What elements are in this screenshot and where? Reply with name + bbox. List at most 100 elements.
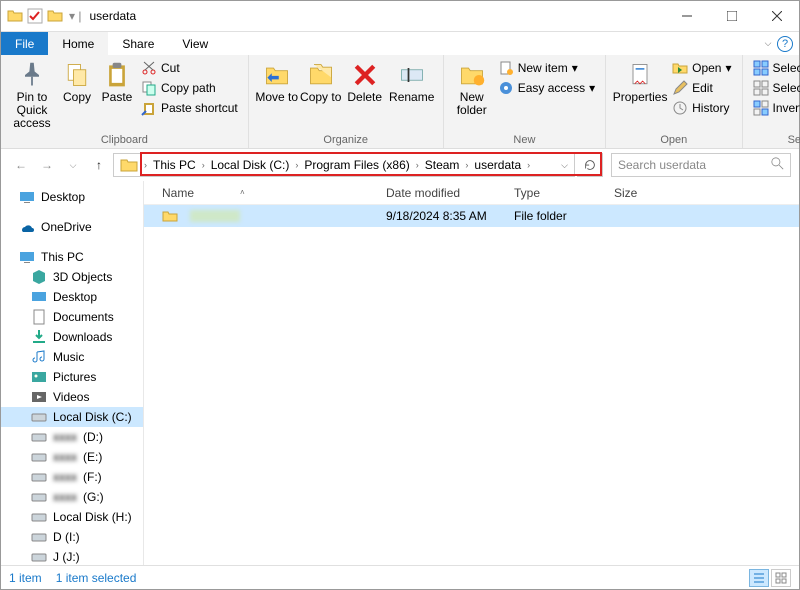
nav-local-disk-c[interactable]: Local Disk (C:): [1, 407, 143, 427]
row-name-blurred: [190, 210, 240, 222]
copy-icon: [63, 61, 91, 89]
address-bar[interactable]: › This PC› Local Disk (C:)› Program File…: [113, 153, 575, 177]
column-name[interactable]: Name˄: [154, 186, 378, 200]
window-title: userdata: [89, 9, 136, 23]
nav-3d-objects[interactable]: 3D Objects: [1, 267, 143, 287]
separator: ▾ |: [69, 9, 81, 23]
copy-path-button[interactable]: Copy path: [137, 79, 242, 97]
group-open-label: Open: [612, 134, 735, 148]
maximize-button[interactable]: [709, 1, 754, 31]
paste-shortcut-button[interactable]: Paste shortcut: [137, 99, 242, 117]
minimize-button[interactable]: [664, 1, 709, 31]
copy-to-button[interactable]: Copy to: [299, 57, 343, 104]
nav-drive-j[interactable]: J (J:): [1, 547, 143, 565]
invert-selection-icon: [753, 100, 769, 116]
view-icons-button[interactable]: [771, 569, 791, 587]
view-details-button[interactable]: [749, 569, 769, 587]
share-tab[interactable]: Share: [108, 32, 168, 55]
group-new-label: New: [450, 134, 599, 148]
refresh-button[interactable]: [577, 153, 603, 177]
crumb-steam[interactable]: Steam: [421, 154, 464, 176]
properties-icon: [626, 61, 654, 89]
paste-icon: [103, 61, 131, 89]
scissors-icon: [141, 60, 157, 76]
move-to-icon: [263, 61, 291, 89]
nav-drive-i[interactable]: D (I:): [1, 527, 143, 547]
nav-local-disk-h[interactable]: Local Disk (H:): [1, 507, 143, 527]
crumb-program-files[interactable]: Program Files (x86): [300, 154, 413, 176]
search-input[interactable]: Search userdata: [611, 153, 791, 177]
nav-onedrive[interactable]: OneDrive: [1, 217, 143, 237]
nav-drive-g[interactable]: xxxx (G:): [1, 487, 143, 507]
nav-videos[interactable]: Videos: [1, 387, 143, 407]
select-all-button[interactable]: Select all: [749, 59, 800, 77]
rename-button[interactable]: Rename: [387, 57, 437, 104]
recent-locations-button[interactable]: ⌵: [61, 153, 85, 177]
column-type[interactable]: Type: [506, 186, 606, 200]
home-tab[interactable]: Home: [48, 32, 108, 55]
row-date: 9/18/2024 8:35 AM: [378, 209, 506, 223]
group-select-label: Select: [749, 134, 800, 148]
status-selected-count: 1 item selected: [56, 571, 137, 585]
nav-drive-e[interactable]: xxxx (E:): [1, 447, 143, 467]
folder-icon: [120, 156, 138, 174]
navigation-pane[interactable]: Desktop OneDrive This PC 3D Objects Desk…: [1, 181, 144, 565]
nav-desktop-sub[interactable]: Desktop: [1, 287, 143, 307]
close-button[interactable]: [754, 1, 799, 31]
new-item-button[interactable]: New item ▾: [494, 59, 599, 77]
up-button[interactable]: ↑: [87, 153, 111, 177]
nav-this-pc[interactable]: This PC: [1, 247, 143, 267]
nav-downloads[interactable]: Downloads: [1, 327, 143, 347]
folder-small-icon: [47, 8, 63, 24]
open-button[interactable]: Open ▾: [668, 59, 735, 77]
group-clipboard-label: Clipboard: [7, 134, 242, 148]
qa-check-icon: [27, 8, 43, 24]
nav-documents[interactable]: Documents: [1, 307, 143, 327]
easy-access-icon: [498, 80, 514, 96]
copy-button[interactable]: Copy: [57, 57, 97, 104]
edit-icon: [672, 80, 688, 96]
sort-asc-icon: ˄: [240, 188, 245, 197]
history-button[interactable]: History: [668, 99, 735, 117]
help-button[interactable]: ?: [777, 36, 793, 52]
crumb-userdata[interactable]: userdata: [470, 154, 525, 176]
rename-icon: [398, 61, 426, 89]
select-all-icon: [753, 60, 769, 76]
nav-drive-d[interactable]: xxxx (D:): [1, 427, 143, 447]
table-row[interactable]: 9/18/2024 8:35 AM File folder: [144, 205, 799, 227]
crumb-this-pc[interactable]: This PC: [149, 154, 200, 176]
cut-button[interactable]: Cut: [137, 59, 242, 77]
ribbon-collapse-button[interactable]: ⌵: [759, 32, 777, 55]
select-none-icon: [753, 80, 769, 96]
row-type: File folder: [506, 209, 606, 223]
easy-access-button[interactable]: Easy access ▾: [494, 79, 599, 97]
new-item-icon: [498, 60, 514, 76]
nav-desktop[interactable]: Desktop: [1, 187, 143, 207]
nav-music[interactable]: Music: [1, 347, 143, 367]
crumb-local-disk-c[interactable]: Local Disk (C:): [207, 154, 294, 176]
back-button[interactable]: ←: [9, 153, 33, 177]
new-folder-icon: [458, 61, 486, 89]
nav-drive-f[interactable]: xxxx (F:): [1, 467, 143, 487]
delete-button[interactable]: Delete: [343, 57, 387, 104]
view-tab[interactable]: View: [168, 32, 222, 55]
select-none-button[interactable]: Select none: [749, 79, 800, 97]
folder-icon: [7, 8, 23, 24]
new-folder-button[interactable]: New folder: [450, 57, 494, 117]
properties-button[interactable]: Properties: [612, 57, 668, 104]
address-dropdown[interactable]: ⌵: [557, 160, 572, 171]
history-icon: [672, 100, 688, 116]
forward-button[interactable]: →: [35, 153, 59, 177]
pin-icon: [18, 61, 46, 89]
paste-button[interactable]: Paste: [97, 57, 137, 104]
delete-x-icon: [351, 61, 379, 89]
column-date[interactable]: Date modified: [378, 186, 506, 200]
invert-selection-button[interactable]: Invert selection: [749, 99, 800, 117]
edit-button[interactable]: Edit: [668, 79, 735, 97]
nav-pictures[interactable]: Pictures: [1, 367, 143, 387]
move-to-button[interactable]: Move to: [255, 57, 299, 104]
group-organize-label: Organize: [255, 134, 437, 148]
pin-quick-access-button[interactable]: Pin to Quick access: [7, 57, 57, 131]
column-size[interactable]: Size: [606, 186, 686, 200]
file-tab[interactable]: File: [1, 32, 48, 55]
